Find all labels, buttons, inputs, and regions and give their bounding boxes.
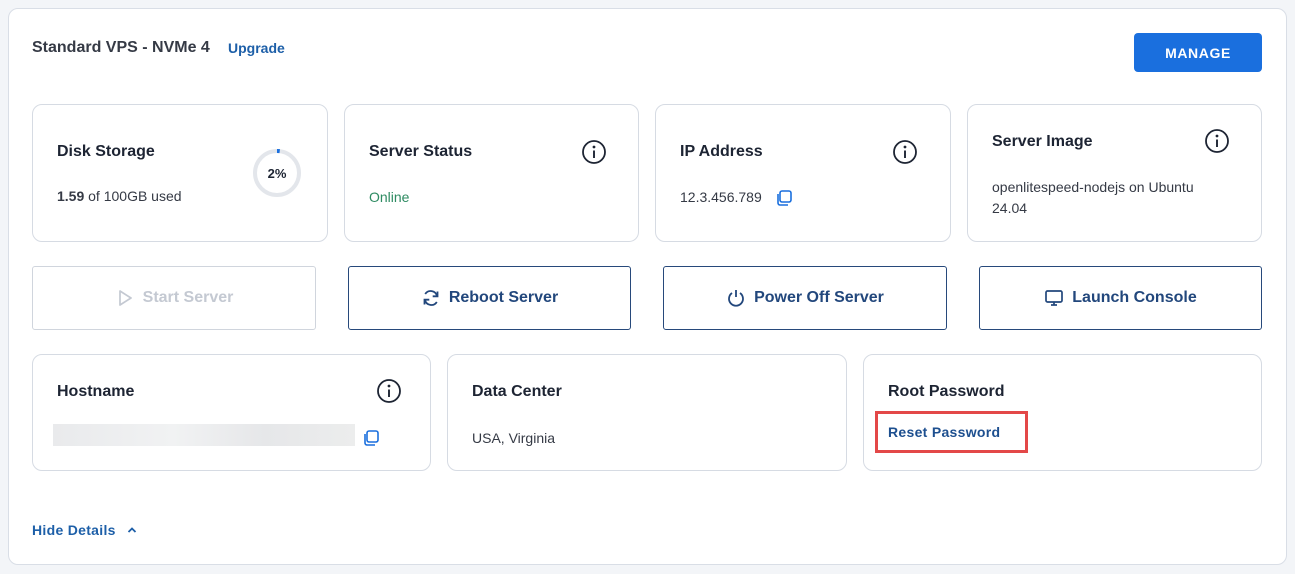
copy-icon[interactable]	[362, 429, 380, 447]
info-icon[interactable]	[892, 139, 918, 165]
data-center-title: Data Center	[472, 383, 562, 400]
refresh-icon	[423, 290, 439, 306]
info-icon[interactable]	[1204, 128, 1230, 154]
data-center-value: USA, Virginia	[472, 430, 556, 446]
launch-console-button[interactable]: Launch Console	[979, 266, 1262, 330]
disk-usage-percent: 2%	[267, 165, 287, 181]
power-off-server-button[interactable]: Power Off Server	[663, 266, 947, 330]
launch-console-label: Launch Console	[1072, 289, 1197, 306]
hide-details-toggle[interactable]: Hide Details	[32, 522, 138, 538]
disk-storage-card: Disk Storage 1.59 of 100GB used 2%	[32, 104, 328, 242]
start-server-button[interactable]: Start Server	[32, 266, 316, 330]
start-server-label: Start Server	[142, 289, 234, 306]
disk-usage-text: 1.59 of 100GB used	[57, 188, 182, 204]
server-image-card: Server Image openlitespeed-nodejs on Ubu…	[967, 104, 1262, 242]
chevron-up-icon	[127, 527, 136, 533]
reset-password-link[interactable]: Reset Password	[888, 424, 1000, 440]
data-center-card: Data Center USA, Virginia	[447, 354, 847, 471]
server-image-title: Server Image	[992, 133, 1093, 150]
server-status-card: Server Status Online	[344, 104, 639, 242]
info-icon[interactable]	[376, 378, 402, 404]
server-status-title: Server Status	[369, 143, 473, 160]
power-off-server-label: Power Off Server	[754, 289, 884, 306]
power-icon	[728, 290, 744, 307]
monitor-icon	[1045, 290, 1064, 306]
disk-used-value: 1.59	[57, 188, 85, 204]
hostname-title: Hostname	[57, 383, 135, 400]
server-status-value: Online	[369, 189, 410, 205]
hostname-value-redacted	[53, 424, 355, 446]
play-icon	[118, 290, 132, 306]
server-image-line2: 24.04	[992, 200, 1028, 216]
reboot-server-button[interactable]: Reboot Server	[348, 266, 631, 330]
reboot-server-label: Reboot Server	[448, 289, 559, 306]
disk-storage-title: Disk Storage	[57, 143, 155, 160]
copy-icon[interactable]	[775, 189, 793, 207]
info-icon[interactable]	[581, 139, 607, 165]
ip-address-title: IP Address	[680, 143, 763, 160]
ip-address-card: IP Address 12.3.456.789	[655, 104, 951, 242]
ip-address-value: 12.3.456.789	[680, 189, 762, 205]
upgrade-link[interactable]: Upgrade	[228, 40, 285, 56]
root-password-title: Root Password	[888, 383, 1005, 400]
disk-used-suffix: of 100GB used	[84, 188, 182, 204]
hostname-card: Hostname	[32, 354, 431, 471]
server-image-line1: openlitespeed-nodejs on Ubuntu	[992, 179, 1194, 195]
plan-title: Standard VPS - NVMe 4	[32, 39, 210, 56]
hide-details-label: Hide Details	[32, 522, 116, 538]
manage-button[interactable]: MANAGE	[1134, 33, 1262, 72]
